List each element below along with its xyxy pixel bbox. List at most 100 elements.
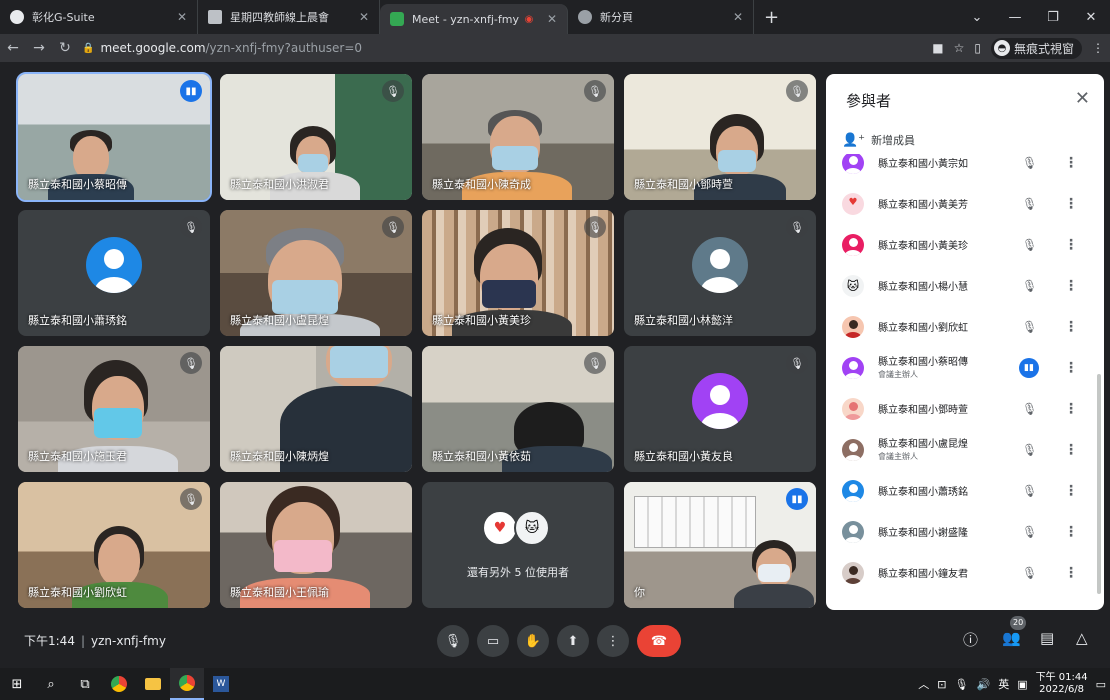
video-tile[interactable]: 縣立泰和國小陳炳煌	[220, 346, 412, 472]
tab-search-icon[interactable]: ⌄	[958, 10, 996, 25]
menu-icon[interactable]: ⋮	[1092, 41, 1104, 55]
list-item[interactable]: 縣立泰和國小蕭琇銘 🎙 ⋮	[826, 470, 1104, 511]
list-item[interactable]: 縣立泰和國小鄧時萱 🎙 ⋮	[826, 388, 1104, 429]
back-icon[interactable]: ←	[0, 40, 26, 56]
video-tile[interactable]: 縣立泰和國小王佩瑜	[220, 482, 412, 608]
list-item[interactable]: 縣立泰和國小盧昆煌 會議主辦人 🎙 ⋮	[826, 429, 1104, 470]
add-member-button[interactable]: 👤⁺ 新增成員	[842, 132, 915, 148]
list-item[interactable]: 縣立泰和國小黃美珍 🎙 ⋮	[826, 224, 1104, 265]
video-tile[interactable]: 🎙 縣立泰和國小黃依茹	[422, 346, 614, 472]
video-tile[interactable]: 🎙 縣立泰和國小陳奇成	[422, 74, 614, 200]
camera-icon[interactable]: ■	[932, 41, 943, 55]
ime-icon[interactable]: ▣	[1017, 678, 1027, 691]
video-tile[interactable]: 🎙 縣立泰和國小洪淑君	[220, 74, 412, 200]
incognito-badge[interactable]: ◓ 無痕式視窗	[990, 37, 1082, 59]
windows-start-icon[interactable]: ⊞	[0, 668, 34, 700]
more-options-icon[interactable]: ⋮	[1064, 319, 1078, 335]
more-options-icon[interactable]: ⋮	[1064, 401, 1078, 417]
meeting-details-icon[interactable]: ⓘ	[963, 629, 978, 650]
close-tab-icon[interactable]: ✕	[345, 10, 369, 24]
participant-name: 縣立泰和國小王佩瑜	[230, 586, 329, 599]
speaking-indicator-icon[interactable]: ▮▮	[1019, 357, 1039, 378]
close-tab-icon[interactable]: ✕	[539, 12, 557, 26]
chat-icon[interactable]: ▤	[1040, 629, 1054, 647]
more-options-icon[interactable]: ⋮	[1064, 565, 1078, 581]
video-tile[interactable]: 🎙 縣立泰和國小施玉君	[18, 346, 210, 472]
mic-off-icon[interactable]: 🎙	[1022, 279, 1037, 293]
video-tile[interactable]: 🎙 縣立泰和國小蕭琇銘	[18, 210, 210, 336]
video-tile[interactable]: ▮▮ 縣立泰和國小蔡昭傳	[16, 72, 212, 202]
more-options-button[interactable]: ⋮	[597, 625, 629, 657]
forward-icon[interactable]: →	[26, 40, 52, 56]
list-item[interactable]: ♥ 縣立泰和國小黃美芳 🎙 ⋮	[826, 183, 1104, 224]
list-item[interactable]: 縣立泰和國小劉欣虹 🎙 ⋮	[826, 306, 1104, 347]
microphone-button[interactable]: 🎙	[437, 625, 469, 657]
list-item[interactable]: 縣立泰和國小鐘友君 🎙 ⋮	[826, 552, 1104, 593]
tab-morning-meeting[interactable]: 星期四教師線上晨會 ✕	[198, 0, 380, 34]
video-tile[interactable]: 🎙 縣立泰和國小盧昆煌	[220, 210, 412, 336]
more-options-icon[interactable]: ⋮	[1064, 360, 1078, 376]
tab-g-suite[interactable]: 彰化G-Suite ✕	[0, 0, 198, 34]
minimize-icon[interactable]: —	[996, 10, 1034, 25]
restore-icon[interactable]: ❐	[1034, 10, 1072, 25]
scrollbar[interactable]	[1097, 374, 1101, 594]
activities-icon[interactable]: △	[1076, 629, 1088, 647]
close-icon[interactable]: ✕	[1075, 88, 1090, 109]
close-window-icon[interactable]: ✕	[1072, 10, 1110, 25]
video-tile-self[interactable]: ▮▮ 你	[624, 482, 816, 608]
file-explorer-icon[interactable]	[136, 668, 170, 700]
mic-off-icon[interactable]: 🎙	[1022, 238, 1037, 252]
list-item[interactable]: 縣立泰和國小黃宗如 🎙 ⋮	[826, 154, 1104, 183]
video-tile[interactable]: 🎙 縣立泰和國小劉欣虹	[18, 482, 210, 608]
task-view-icon[interactable]: ⧉	[68, 668, 102, 700]
notification-icon[interactable]: ▭	[1096, 678, 1106, 691]
mic-off-icon[interactable]: 🎙	[1022, 443, 1037, 457]
url-field[interactable]: 🔒 meet.google.com /yzn-xnfj-fmy?authuser…	[82, 41, 362, 55]
chrome-taskbar-icon[interactable]	[102, 668, 136, 700]
mic-tray-icon[interactable]: 🎙	[955, 678, 969, 691]
mic-off-icon[interactable]: 🎙	[1022, 156, 1037, 170]
mic-off-icon[interactable]: 🎙	[1022, 484, 1037, 498]
search-icon[interactable]: ⌕	[34, 668, 68, 700]
present-screen-button[interactable]: ⬆	[557, 625, 589, 657]
more-users-tile[interactable]: ♥ 🐱 還有另外 5 位使用者	[422, 482, 614, 608]
list-item[interactable]: 縣立泰和國小蔡昭傳 會議主辦人 ▮▮ ⋮	[826, 347, 1104, 388]
tab-meet[interactable]: Meet - yzn-xnfj-fmy ◉ ✕	[380, 4, 568, 34]
more-options-icon[interactable]: ⋮	[1064, 155, 1078, 171]
tab-new[interactable]: 新分頁 ✕	[568, 0, 754, 34]
more-options-icon[interactable]: ⋮	[1064, 442, 1078, 458]
more-options-icon[interactable]: ⋮	[1064, 524, 1078, 540]
list-item[interactable]: 縣立泰和國小謝盛隆 🎙 ⋮	[826, 511, 1104, 552]
mic-off-icon[interactable]: 🎙	[1022, 525, 1037, 539]
word-icon[interactable]: W	[204, 668, 238, 700]
chrome-incognito-taskbar-icon[interactable]	[170, 668, 204, 700]
clock[interactable]: 下午 01:44 2022/6/8	[1036, 672, 1088, 696]
video-tile[interactable]: 🎙 縣立泰和國小黃友良	[624, 346, 816, 472]
bookmark-star-icon[interactable]: ☆	[954, 41, 965, 55]
camera-button[interactable]: ▭	[477, 625, 509, 657]
mic-off-icon[interactable]: 🎙	[1022, 320, 1037, 334]
sidebar-icon[interactable]: ▯	[974, 41, 981, 55]
reload-icon[interactable]: ↻	[52, 40, 78, 56]
new-tab-button[interactable]: +	[754, 7, 789, 28]
mic-off-icon[interactable]: 🎙	[1022, 566, 1037, 580]
mic-off-icon[interactable]: 🎙	[1022, 197, 1037, 211]
network-icon[interactable]: ⊡	[937, 678, 946, 691]
more-options-icon[interactable]: ⋮	[1064, 196, 1078, 212]
list-item[interactable]: 🐱 縣立泰和國小楊小慧 🎙 ⋮	[826, 265, 1104, 306]
more-options-icon[interactable]: ⋮	[1064, 483, 1078, 499]
chevron-up-icon[interactable]: ︿	[918, 676, 929, 692]
more-options-icon[interactable]: ⋮	[1064, 237, 1078, 253]
video-tile[interactable]: 🎙 縣立泰和國小鄧時萱	[624, 74, 816, 200]
raise-hand-button[interactable]: ✋	[517, 625, 549, 657]
volume-icon[interactable]: 🔊	[976, 678, 990, 691]
video-tile[interactable]: 🎙 縣立泰和國小林懿洋	[624, 210, 816, 336]
close-tab-icon[interactable]: ✕	[163, 10, 187, 24]
more-options-icon[interactable]: ⋮	[1064, 278, 1078, 294]
input-language[interactable]: 英	[998, 676, 1009, 692]
mic-off-icon[interactable]: 🎙	[1022, 402, 1037, 416]
video-tile[interactable]: 🎙 縣立泰和國小黃美珍	[422, 210, 614, 336]
leave-call-button[interactable]: ☎	[637, 625, 681, 657]
people-icon[interactable]: 👥	[1002, 629, 1021, 647]
close-tab-icon[interactable]: ✕	[719, 10, 743, 24]
